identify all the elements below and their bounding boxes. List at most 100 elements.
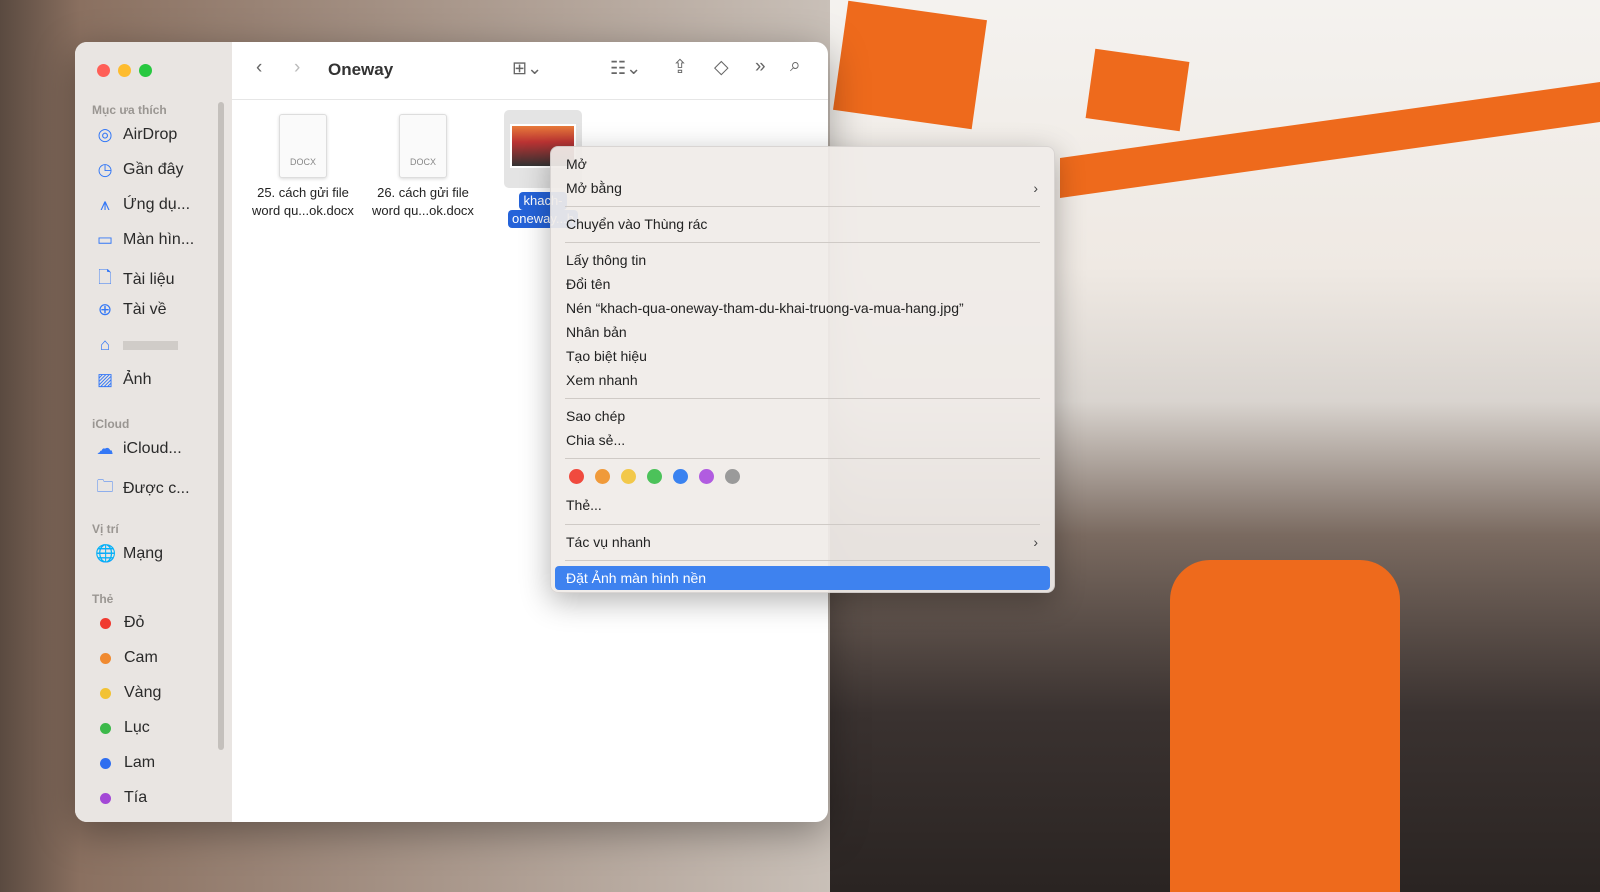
menu-item[interactable]: Tạo biệt hiệu <box>555 344 1050 368</box>
sidebar-item-label: AirDrop <box>123 126 178 143</box>
sidebar-item[interactable]: 🗀 Được c... <box>95 474 190 503</box>
menu-item[interactable]: Mở <box>555 152 1050 176</box>
network-icon: 🌐 <box>95 544 117 563</box>
menu-item[interactable]: Tác vụ nhanh › <box>555 530 1050 554</box>
view-grid-icon[interactable]: ⊞⌄ <box>512 58 542 79</box>
close-button[interactable] <box>97 64 110 77</box>
menu-item-label: Sao chép <box>566 408 626 424</box>
menu-item[interactable]: Thẻ... <box>555 493 1050 517</box>
menu-item[interactable]: Đặt Ảnh màn hình nền <box>555 566 1050 590</box>
sidebar-item[interactable]: 🌐 Mạng <box>95 544 163 564</box>
file-name: word qu...ok.docx <box>372 203 474 218</box>
tag-color-dot <box>100 722 111 734</box>
tag-color-row <box>569 469 740 484</box>
menu-item-label: Tạo biệt hiệu <box>566 348 647 364</box>
wallpaper-banner <box>1085 48 1190 132</box>
sidebar-tag[interactable]: Lục <box>95 719 150 737</box>
zoom-button[interactable] <box>139 64 152 77</box>
search-icon[interactable]: ⌕ <box>790 55 801 77</box>
wallpaper-banner <box>833 0 987 130</box>
sidebar-tag[interactable]: Tía <box>95 789 147 807</box>
tag-color-dot <box>100 617 111 629</box>
sidebar-item-label: iCloud... <box>123 440 182 457</box>
menu-item[interactable]: Sao chép <box>555 404 1050 428</box>
menu-item-label: Mở <box>566 156 587 172</box>
sidebar-item[interactable]: ☁ iCloud... <box>95 439 182 459</box>
tag-color-option[interactable] <box>595 469 610 484</box>
sidebar-item[interactable]: ▭ Màn hìn... <box>95 230 194 250</box>
menu-item-label: Đổi tên <box>566 276 611 292</box>
sidebar-tag[interactable]: Đỏ <box>95 614 144 632</box>
menu-separator <box>565 458 1040 459</box>
sidebar-item[interactable]: ▨ Ảnh <box>95 370 152 390</box>
file-type: DOCX <box>409 157 436 167</box>
applications-icon: ⩚ <box>100 195 110 214</box>
toolbar: ‹ › Oneway ⊞⌄ ☷⌄ ⇪ ◇ » ⌕ <box>232 42 828 100</box>
shared-folder-icon: 🗀 <box>96 477 114 496</box>
sidebar-item[interactable]: ⊕ Tài về <box>95 300 167 320</box>
docx-file-icon: DOCX <box>399 114 447 178</box>
section-tags: Thẻ <box>92 592 114 606</box>
sidebar-item[interactable]: ◎ AirDrop <box>95 125 178 145</box>
back-icon[interactable]: ‹ <box>256 57 262 79</box>
file-type: DOCX <box>289 157 316 167</box>
tag-label: Vàng <box>124 684 162 701</box>
menu-item-label: Lấy thông tin <box>566 252 647 268</box>
menu-item-label: Chia sẻ... <box>566 432 626 448</box>
tag-color-dot <box>100 792 111 804</box>
tag-label: Đỏ <box>124 614 145 631</box>
menu-item-label: Đặt Ảnh màn hình nền <box>566 570 707 586</box>
tag-color-dot <box>100 687 111 699</box>
menu-item-label: Nhân bản <box>566 324 627 340</box>
airdrop-icon: ◎ <box>97 125 113 144</box>
document-icon: 🗋 <box>98 268 112 287</box>
menu-item-label: Xem nhanh <box>566 372 638 388</box>
tag-color-option[interactable] <box>673 469 688 484</box>
cloud-icon: ☁ <box>96 439 114 458</box>
sidebar-item-label: Mạng <box>123 545 164 562</box>
tag-color-dot <box>100 757 111 769</box>
sidebar-item-label: Màn hìn... <box>123 231 195 248</box>
tag-color-option[interactable] <box>569 469 584 484</box>
menu-item[interactable]: Chuyển vào Thùng rác <box>555 212 1050 236</box>
tag-color-option[interactable] <box>699 469 714 484</box>
file-item[interactable]: DOCX 26. cách gửi file word qu...ok.docx <box>363 114 483 220</box>
menu-item[interactable]: Mở bằng › <box>555 176 1050 200</box>
section-locations: Vị trí <box>92 522 119 536</box>
more-icon[interactable]: » <box>755 56 766 78</box>
tag-color-option[interactable] <box>647 469 662 484</box>
menu-item[interactable]: Xem nhanh <box>555 368 1050 392</box>
sidebar-tag[interactable]: Lam <box>95 754 155 772</box>
tag-icon[interactable]: ◇ <box>714 56 729 79</box>
share-icon[interactable]: ⇪ <box>672 56 688 79</box>
sidebar-item[interactable]: 🗋 Tài liệu <box>95 265 174 294</box>
tag-color-option[interactable] <box>621 469 636 484</box>
file-item[interactable]: DOCX 25. cách gửi file word qu...ok.docx <box>243 114 363 220</box>
tag-color-option[interactable] <box>725 469 740 484</box>
tag-color-dot <box>100 652 111 664</box>
photos-icon: ▨ <box>96 370 114 389</box>
window-title: Oneway <box>328 60 394 79</box>
menu-item[interactable]: Lấy thông tin <box>555 248 1050 272</box>
tag-label: Lam <box>124 754 156 771</box>
sidebar-tag[interactable]: Vàng <box>95 684 161 702</box>
sidebar-item[interactable]: ⌂ <box>95 335 178 355</box>
menu-item[interactable]: Đổi tên <box>555 272 1050 296</box>
sidebar-item[interactable]: ◷ Gần đây <box>95 160 184 180</box>
sidebar-item[interactable]: ⩚ Ứng dụ... <box>95 195 190 215</box>
docx-file-icon: DOCX <box>279 114 327 178</box>
context-menu: Mở Mở bằng › Chuyển vào Thùng rác Lấy thông … <box>550 146 1055 593</box>
forward-icon[interactable]: › <box>294 57 300 79</box>
menu-item[interactable]: Chia sẻ... <box>555 428 1050 452</box>
chevron-right-icon: › <box>1033 534 1038 550</box>
minimize-button[interactable] <box>118 64 131 77</box>
menu-item-label: Mở bằng <box>566 180 622 196</box>
group-icon[interactable]: ☷⌄ <box>610 58 641 79</box>
menu-item[interactable]: Nhân bản <box>555 320 1050 344</box>
menu-item-label: Thẻ... <box>566 497 602 513</box>
menu-item[interactable]: Nén “khach-qua-oneway-tham-du-khai-truon… <box>555 296 1050 320</box>
sidebar-item-label: Được c... <box>123 479 190 497</box>
menu-separator <box>565 206 1040 207</box>
sidebar-scrollbar[interactable] <box>218 102 224 750</box>
sidebar-tag[interactable]: Cam <box>95 649 158 667</box>
